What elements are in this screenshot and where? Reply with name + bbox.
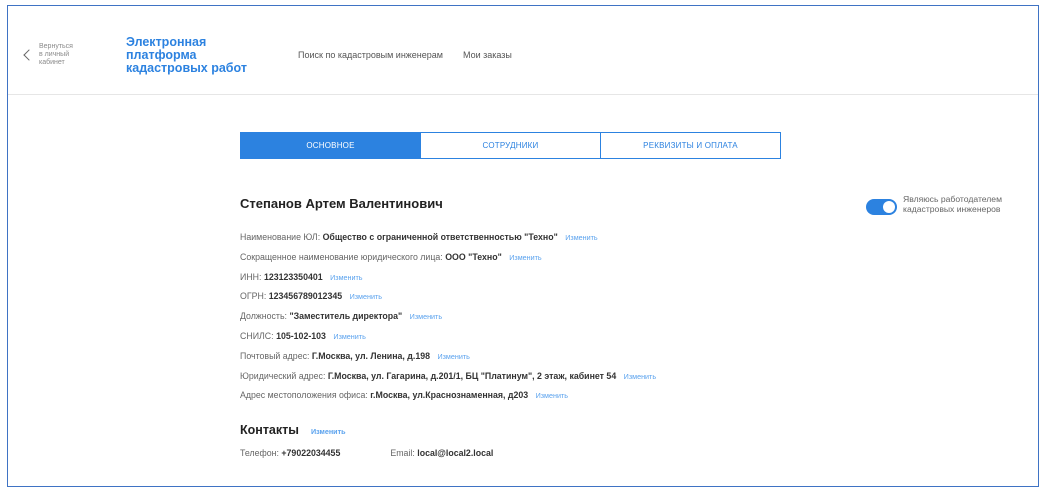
field-value: 123456789012345	[268, 291, 343, 302]
profile-tabs: ОСНОВНОЕ СОТРУДНИКИ РЕКВИЗИТЫ И ОПЛАТА	[240, 132, 781, 159]
nav-search-engineers[interactable]: Поиск по кадастровым инженерам	[298, 50, 443, 60]
edit-link[interactable]: Изменить	[536, 391, 568, 400]
field-label: Сокращенное наименование юридического ли…	[240, 251, 443, 262]
employer-toggle-group: Являюсь работодателем кадастровых инжене…	[866, 194, 1033, 215]
tab-main[interactable]: ОСНОВНОЕ	[241, 133, 421, 158]
field-value: Г.Москва, ул. Гагарина, д.201/1, БЦ "Пла…	[327, 370, 617, 381]
field-legal-name: Наименование ЮЛ: Общество с ограниченной…	[240, 228, 800, 248]
phone-value: +79022034455	[281, 448, 341, 458]
field-value: 105-102-103	[276, 330, 326, 341]
edit-link[interactable]: Изменить	[333, 332, 365, 341]
field-value: 123123350401	[263, 271, 323, 282]
employer-toggle-label: Являюсь работодателем кадастровых инжене…	[903, 194, 1033, 214]
field-short-name: Сокращенное наименование юридического ли…	[240, 248, 800, 268]
field-label: ОГРН:	[240, 291, 267, 302]
profile-name: Степанов Артем Валентинович	[240, 196, 443, 211]
email-label: Email:	[390, 448, 415, 458]
tab-employees[interactable]: СОТРУДНИКИ	[421, 133, 601, 158]
field-label: Адрес местоположения офиса:	[240, 390, 368, 401]
back-label-line1: Вернуться	[39, 43, 73, 50]
edit-link[interactable]: Изменить	[410, 312, 442, 321]
brand-line1: Электронная платформа	[126, 35, 207, 62]
field-label: Юридический адрес:	[240, 370, 326, 381]
field-label: Должность:	[240, 311, 287, 322]
contact-email: Email: local@local2.local	[390, 448, 493, 458]
nav-my-orders[interactable]: Мои заказы	[463, 50, 512, 60]
contacts-heading: Контакты	[240, 423, 299, 437]
contacts-row: Телефон: +79022034455 Email: local@local…	[240, 448, 493, 458]
back-to-cabinet-button[interactable]: Вернуться в личный кабинет	[22, 43, 93, 67]
employer-toggle[interactable]	[866, 199, 897, 215]
field-label: Наименование ЮЛ:	[240, 232, 321, 242]
tab-requisites-payment[interactable]: РЕКВИЗИТЫ И ОПЛАТА	[601, 133, 780, 158]
profile-fields: Наименование ЮЛ: Общество с ограниченной…	[240, 228, 800, 406]
edit-link[interactable]: Изменить	[330, 273, 362, 282]
edit-link[interactable]: Изменить	[624, 372, 656, 381]
field-legal-address: Юридический адрес: Г.Москва, ул. Гагарин…	[240, 367, 800, 387]
field-label: СНИЛС:	[240, 330, 274, 341]
field-position: Должность: "Заместитель директора" Измен…	[240, 307, 800, 327]
edit-link[interactable]: Изменить	[437, 352, 469, 361]
field-office-address: Адрес местоположения офиса: г.Москва, ул…	[240, 386, 800, 406]
edit-link[interactable]: Изменить	[350, 292, 382, 301]
field-postal-address: Почтовый адрес: Г.Москва, ул. Ленина, д.…	[240, 347, 800, 367]
email-value: local@local2.local	[417, 448, 494, 458]
contacts-edit-link[interactable]: Изменить	[311, 427, 346, 436]
brand-line2: кадастровых работ	[126, 61, 247, 75]
edit-link[interactable]: Изменить	[565, 233, 597, 242]
field-ogrn: ОГРН: 123456789012345 Изменить	[240, 287, 800, 307]
field-value: "Заместитель директора"	[289, 311, 403, 322]
app-frame: Вернуться в личный кабинет Электронная п…	[7, 5, 1039, 487]
contacts-section-title: Контакты Изменить	[240, 423, 346, 437]
toggle-label-line1: Являюсь работодателем	[903, 194, 1002, 204]
field-inn: ИНН: 123123350401 Изменить	[240, 268, 800, 288]
field-label: Почтовый адрес:	[240, 350, 310, 361]
field-value: г.Москва, ул.Краснознаменная, д203	[370, 390, 529, 401]
header: Вернуться в личный кабинет Электронная п…	[8, 6, 1038, 95]
phone-label: Телефон:	[240, 448, 279, 458]
back-label-line2: в личный кабинет	[39, 51, 70, 66]
chevron-left-icon	[23, 49, 35, 61]
toggle-knob	[883, 201, 895, 213]
edit-link[interactable]: Изменить	[509, 253, 541, 262]
toggle-label-line2: кадастровых инженеров	[903, 204, 1001, 214]
field-label: ИНН:	[240, 271, 262, 282]
contact-phone: Телефон: +79022034455	[240, 448, 340, 458]
brand-title[interactable]: Электронная платформа кадастровых работ	[126, 36, 276, 75]
back-label: Вернуться в личный кабинет	[39, 43, 93, 67]
field-value: Г.Москва, ул. Ленина, д.198	[311, 350, 431, 361]
field-snils: СНИЛС: 105-102-103 Изменить	[240, 327, 800, 347]
field-value: Общество с ограниченной ответственностью…	[322, 232, 558, 242]
field-value: ООО "Техно"	[445, 251, 502, 262]
top-nav: Поиск по кадастровым инженерам Мои заказ…	[298, 50, 512, 60]
